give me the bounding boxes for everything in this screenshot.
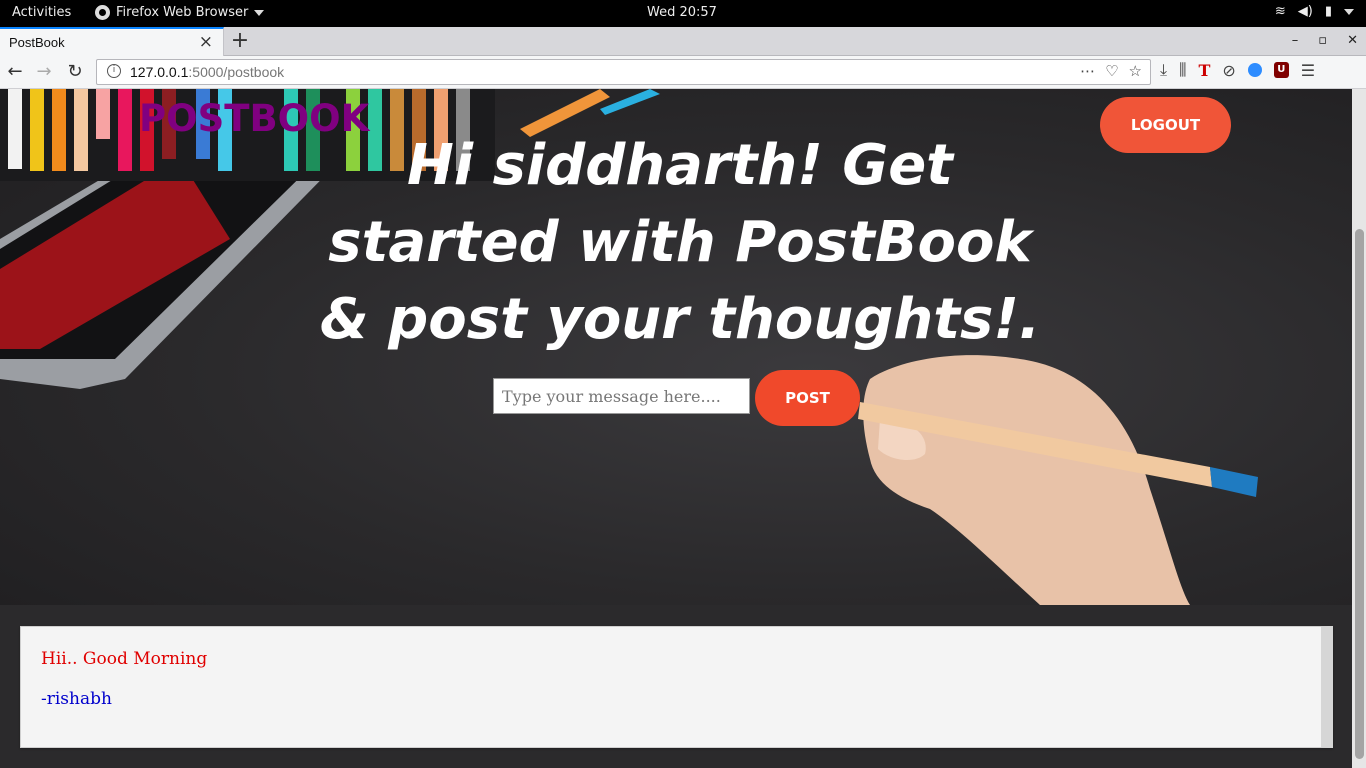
address-bar-actions: ⋯ ♡ ☆ xyxy=(1080,62,1142,80)
library-icon[interactable]: ⫼ xyxy=(1179,60,1186,80)
clock[interactable]: Wed 20:57 xyxy=(647,5,717,20)
new-tab-button[interactable]: + xyxy=(230,28,250,53)
pocket-icon[interactable]: ♡ xyxy=(1105,62,1118,80)
welcome-headline: Hi siddharth! Get started with PostBook … xyxy=(319,133,1041,352)
wifi-icon: ≋ xyxy=(1274,4,1286,19)
bookmark-star-icon[interactable]: ☆ xyxy=(1129,62,1142,80)
scrollbar-thumb[interactable] xyxy=(1355,229,1364,759)
activities-button[interactable]: Activities xyxy=(12,5,71,20)
hamburger-menu-icon[interactable]: ☰ xyxy=(1301,61,1315,80)
close-tab-icon[interactable]: × xyxy=(199,32,213,52)
battery-icon: ▮ xyxy=(1324,4,1332,19)
app-menu-label: Firefox Web Browser xyxy=(116,5,249,20)
message-input[interactable] xyxy=(493,378,750,414)
zoom-extension-icon[interactable] xyxy=(1247,63,1262,77)
extension-t-icon[interactable]: T xyxy=(1198,61,1210,80)
toolbar-icons: ⤓ ⫼ T ⊘ U ☰ xyxy=(1160,60,1315,80)
address-bar[interactable]: i 127.0.0.1:5000/postbook ⋯ ♡ ☆ xyxy=(96,59,1151,85)
volume-icon: ◀) xyxy=(1297,4,1313,19)
site-info-icon[interactable]: i xyxy=(107,64,121,78)
page-actions-icon[interactable]: ⋯ xyxy=(1080,62,1095,80)
page-scrollbar[interactable] xyxy=(1352,89,1366,768)
tab-postbook[interactable]: PostBook × xyxy=(0,27,224,56)
maximize-icon[interactable]: ▫ xyxy=(1318,33,1327,48)
url-text[interactable]: 127.0.0.1:5000/postbook xyxy=(130,64,284,80)
forward-icon[interactable]: → xyxy=(33,61,55,82)
back-icon[interactable]: ← xyxy=(4,61,26,82)
navigation-bar: ← → ↻ i 127.0.0.1:5000/postbook ⋯ ♡ ☆ ⤓ … xyxy=(0,56,1366,89)
system-tray[interactable]: ≋ ◀) ▮ xyxy=(1275,4,1354,19)
chevron-down-icon xyxy=(1344,8,1354,15)
chevron-down-icon xyxy=(254,9,265,16)
post-button[interactable]: POST xyxy=(755,370,860,426)
download-icon[interactable]: ⤓ xyxy=(1160,60,1167,80)
system-top-bar: Activities Firefox Web Browser Wed 20:57… xyxy=(0,0,1366,27)
reload-icon[interactable]: ↻ xyxy=(64,61,86,82)
logout-button[interactable]: LOGOUT xyxy=(1100,97,1231,153)
post-card: Hii.. Good Morning -rishabh xyxy=(20,626,1333,748)
firefox-icon xyxy=(95,5,110,20)
hero-banner: POSTBOOK LOGOUT Hi siddharth! Get starte… xyxy=(0,89,1352,605)
app-menu[interactable]: Firefox Web Browser xyxy=(95,5,265,20)
post-author: -rishabh xyxy=(41,689,112,709)
tab-bar: PostBook × + – ▫ ✕ xyxy=(0,27,1366,56)
tab-title: PostBook xyxy=(9,35,65,50)
post-text: Hii.. Good Morning xyxy=(41,649,208,669)
page-viewport: POSTBOOK LOGOUT Hi siddharth! Get starte… xyxy=(0,89,1352,768)
block-icon[interactable]: ⊘ xyxy=(1222,61,1235,80)
window-controls: – ▫ ✕ xyxy=(1292,33,1358,48)
minimize-icon[interactable]: – xyxy=(1292,33,1299,48)
close-window-icon[interactable]: ✕ xyxy=(1347,33,1358,48)
ublock-icon[interactable]: U xyxy=(1273,62,1289,78)
